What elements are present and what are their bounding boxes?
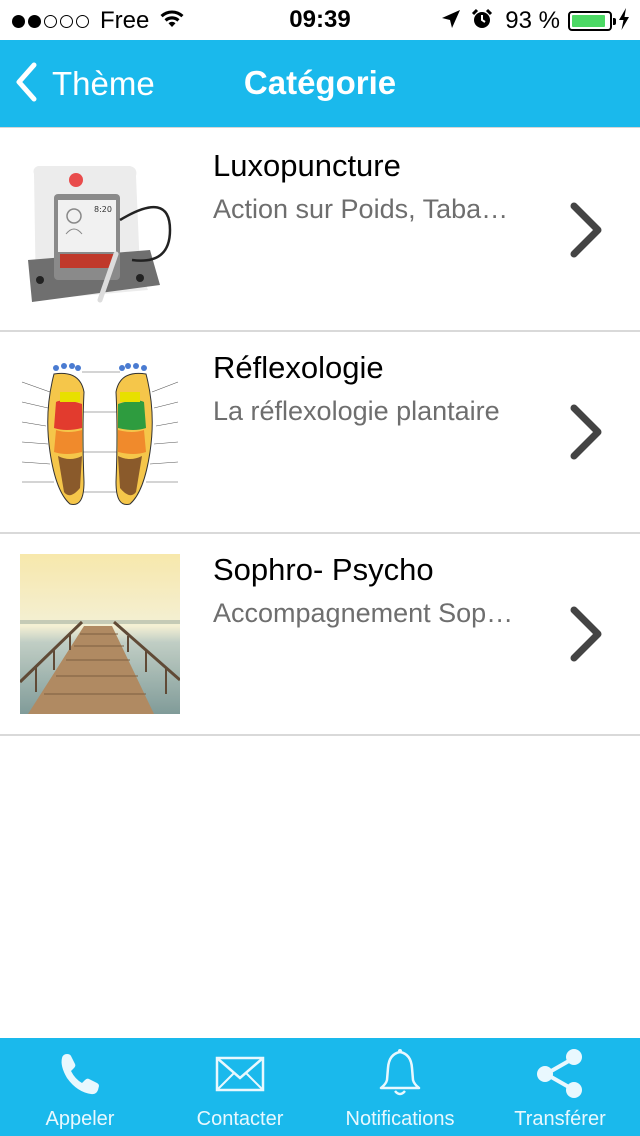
battery-percent: 93 % [505, 7, 560, 34]
tab-label: Transférer [514, 1108, 606, 1130]
battery-terminal [613, 18, 616, 25]
category-list: 8:20 Luxopuncture Action sur Poids, Taba… [0, 130, 640, 736]
share-icon [534, 1048, 586, 1103]
chevron-right-icon [566, 200, 606, 265]
charging-bolt-icon [618, 7, 630, 35]
chevron-right-icon [566, 402, 606, 467]
list-item[interactable]: Sophro- Psycho Accompagnement Sop… [0, 534, 640, 736]
tab-label: Appeler [45, 1108, 115, 1130]
tab-label: Notifications [345, 1108, 455, 1130]
bell-icon [375, 1048, 425, 1103]
tab-appeler[interactable]: Appeler [0, 1038, 160, 1136]
tab-notifications[interactable]: Notifications [320, 1038, 480, 1136]
phone-icon [55, 1048, 105, 1103]
location-arrow-icon [441, 9, 461, 34]
battery-icon [568, 11, 616, 31]
tab-bar: Appeler Contacter Notifications Transfér… [0, 1038, 640, 1136]
envelope-icon [214, 1048, 266, 1103]
svg-text:8:20: 8:20 [94, 205, 112, 214]
list-item[interactable]: 8:20 Luxopuncture Action sur Poids, Taba… [0, 130, 640, 332]
list-item-title: Réflexologie [213, 350, 384, 385]
chevron-right-icon [566, 604, 606, 669]
list-item-title: Luxopuncture [213, 148, 401, 183]
tab-transferer[interactable]: Transférer [480, 1038, 640, 1136]
pier-lake-photo-image [20, 554, 180, 714]
navigation-bar: Thème Catégorie [0, 40, 640, 128]
battery-level [572, 15, 606, 27]
tab-label: Contacter [196, 1108, 284, 1130]
list-item-subtitle: Accompagnement Sop… [213, 598, 514, 628]
status-bar: Free 09:39 93 % [0, 0, 640, 40]
tab-contacter[interactable]: Contacter [160, 1038, 320, 1136]
alarm-clock-icon [471, 8, 493, 35]
list-item-subtitle: La réflexologie plantaire [213, 396, 500, 426]
list-item-subtitle: Action sur Poids, Taba… [213, 194, 509, 224]
page-title: Catégorie [243, 64, 397, 101]
luxopuncture-device-image: 8:20 [20, 150, 180, 310]
foot-reflexology-chart-image [20, 352, 180, 512]
list-item[interactable]: Réflexologie La réflexologie plantaire [0, 332, 640, 534]
status-right: 93 % [431, 7, 630, 35]
list-item-title: Sophro- Psycho [213, 552, 434, 587]
